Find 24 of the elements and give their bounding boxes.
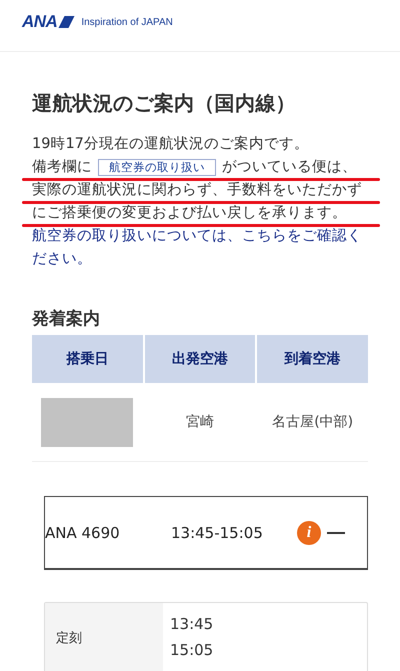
table-cell-text: 名古屋(中部) (271, 413, 354, 432)
brand-tagline: Inspiration of JAPAN (81, 16, 173, 28)
flight-number: ANA 4690 (45, 524, 121, 542)
flight-row[interactable]: ANA 4690 13:45-15:05 i (44, 496, 368, 570)
column-header: 搭乗日 (32, 335, 143, 383)
status-text: 19時17分現在の運航状況のご案内です。 (32, 134, 310, 154)
page-title: 運航状況のご案内（国内線） (32, 90, 297, 117)
detail-value: 13:45 (170, 614, 214, 635)
flight-times: 13:45-15:05 (171, 524, 264, 542)
detail-label: 定刻 (45, 603, 163, 671)
notice-text: 実際の運航状況に関わらず、手数料をいただかず (32, 182, 362, 198)
info-link[interactable]: 航空券の取り扱いについては、こちらをご確認ください。 (32, 225, 368, 271)
wing-icon (58, 16, 76, 28)
column-header: 到着空港 (257, 335, 368, 383)
brand-logo[interactable]: ANA (22, 12, 58, 32)
column-header: 出発空港 (144, 335, 256, 383)
section-title: 発着案内 (32, 308, 101, 330)
tag: 航空券の取り扱い (98, 159, 216, 176)
notice-text: がついている便は、 (222, 159, 357, 175)
notice-text: 備考欄に (32, 159, 92, 175)
notice-text: にご搭乗便の変更および払い戻しを承ります。 (32, 205, 347, 221)
detail-value: 15:05 (170, 640, 214, 661)
minus-icon[interactable] (327, 532, 345, 534)
table-cell-text: 宮崎 (184, 413, 215, 432)
